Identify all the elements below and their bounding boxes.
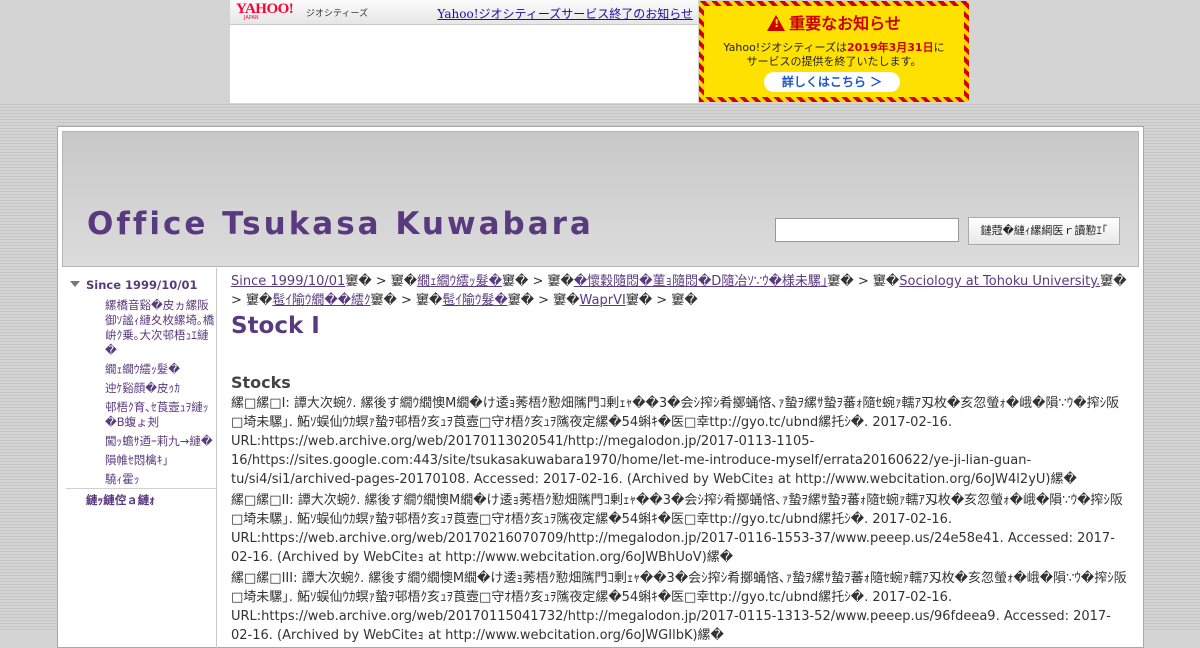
breadcrumb-separator: 窶� > 窶� [345,274,418,289]
important-notice-inner: 重要なお知らせ Yahoo!ジオシティーズは2019年3月31日に サービスの提… [704,6,964,97]
warning-icon [767,15,786,31]
main-content: Since 1999/10/01窶� > 窶�繝ｪ繝ｳ繧ｯ髮�窶� > 窶��懷… [231,272,1131,645]
breadcrumb-link[interactable]: �懷穀隨悶�菫ｮ隨悶�D隨冶ｿ∵ｳ�様未騾｣ [574,274,828,289]
page-frame: Office Tsukasa Kuwabara 鏈蒄�縺ｨ縲綱医ｒ讀懃ｴ｢ Si… [57,126,1144,648]
sidebar-root-label: Since 1999/10/01 [86,278,198,292]
sidebar-item[interactable]: 邨梧ｸ育､ｾ莨壼ｭｦ縺ｯ�B蝮ょ刔 [105,400,215,430]
breadcrumb-separator: 窶� > 窶� [827,274,900,289]
sidebar-root-item[interactable]: Since 1999/10/01 [70,278,197,292]
stock-entry: 縲□縲□III: 譚大次蜿ｸ. 縲後す繝ｳ繝懊M繝�け逶ｮ莠梧ｸ懃畑隲門ｺ剰ｪｬ… [231,571,1127,643]
breadcrumb: Since 1999/10/01窶� > 窶�繝ｪ繝ｳ繧ｯ髮�窶� > 窶��懷… [231,272,1131,310]
site-header: Office Tsukasa Kuwabara 鏈蒄�縺ｨ縲綱医ｒ讀懃ｴ｢ [62,131,1139,267]
notice-line2: サービスの提供を終了いたします。 [746,55,922,68]
sidebar-bottom-item[interactable]: 縺ｯ縺倥ａ縺ｫ [86,492,155,508]
sidebar-item[interactable]: 繝ｪ繝ｳ繧ｯ髮� [105,362,215,377]
collapse-triangle-icon[interactable] [70,281,80,287]
sidebar-item[interactable]: 縲橋音谿�皮ヵ縲阪御ｿ謐ｨ縺夊枚縲埼｡橋峅ｸ乗｡大次邨梧ｭｴ縺� [105,298,215,358]
breadcrumb-separator: 窶� > 窶� [501,274,574,289]
important-notice-box[interactable]: 重要なお知らせ Yahoo!ジオシティーズは2019年3月31日に サービスの提… [699,1,969,102]
page-title: Stock I [231,313,320,339]
notice-line1-b: に [933,41,945,54]
sidebar-divider [66,488,216,489]
sidebar-item[interactable]: 隕帷ｾ悶檎ｷ｣ [105,453,215,468]
sidebar-item[interactable]: 驍ｨ霍ｯ [105,472,215,487]
breadcrumb-link[interactable]: Since 1999/10/01 [231,274,345,289]
important-notice-text: Yahoo!ジオシティーズは2019年3月31日に サービスの提供を終了いたしま… [704,41,964,69]
important-notice-title-text: 重要なお知らせ [789,14,901,33]
section-title: Stocks [231,373,291,392]
geocities-label: ジオシティーズ [306,9,369,19]
yahoo-logo-sub: JAPAN [244,15,259,21]
search-input[interactable] [775,218,959,242]
breadcrumb-separator: 窶� > 窶� [370,293,443,308]
breadcrumb-link[interactable]: 繝ｪ繝ｳ繧ｯ髮� [417,274,502,289]
breadcrumb-link[interactable]: WaprVI [580,293,626,308]
details-button[interactable]: 詳しくはこちら ＞ [764,72,900,92]
stock-entry: 縲□縲□II: 譚大次蜿ｸ. 縲後す繝ｳ繝懊M繝�け逶ｮ莠梧ｸ懃畑隲門ｺ剰ｪｬ�… [231,493,1123,565]
breadcrumb-link[interactable]: 髢ｲ隃ｳ繝��繧ｸ [272,293,370,308]
notice-line1-a: Yahoo!ジオシティーズは [723,41,847,54]
breadcrumb-link[interactable]: 髢ｲ隃ｳ髮� [442,293,507,308]
breadcrumb-link[interactable]: Sociology at Tohoku University. [899,274,1100,289]
yahoo-strip: YAHOO! JAPAN ジオシティーズ Yahoo!ジオシティーズサービス終了… [230,0,698,25]
yahoo-ad-bar: YAHOO! JAPAN ジオシティーズ Yahoo!ジオシティーズサービス終了… [230,0,698,103]
site-title[interactable]: Office Tsukasa Kuwabara [87,206,594,242]
breadcrumb-separator: 窶� > 窶� [507,293,580,308]
important-notice-title: 重要なお知らせ [704,10,964,34]
search-button[interactable]: 鏈蒄�縺ｨ縲綱医ｒ讀懃ｴ｢ [968,217,1120,245]
top-banner-area: YAHOO! JAPAN ジオシティーズ Yahoo!ジオシティーズサービス終了… [0,0,1200,104]
service-end-notice-link[interactable]: Yahoo!ジオシティーズサービス終了のお知らせ [437,5,693,22]
breadcrumb-separator: 窶� > 窶� [625,293,698,308]
notice-date: 2019年3月31日 [847,41,934,54]
sidebar-item[interactable]: 闖ｯ蟾ｻ迺ｰ莉九→縺� [105,434,215,449]
sidebar-item[interactable]: 迚ｹ谿顔�皮ｩｶ [105,381,215,396]
sidebar: Since 1999/10/01 縲橋音谿�皮ヵ縲阪御ｿ謐ｨ縺夊枚縲埼｡橋峅ｸ乗… [62,268,217,648]
stock-entry: 縲□縲□I: 譚大次蜿ｸ. 縲後す繝ｳ繝懊M繝�け逶ｮ莠梧ｸ懃畑隲門ｺ剰ｪｬ��… [231,396,1120,487]
yahoo-logo[interactable]: YAHOO! [236,2,294,17]
